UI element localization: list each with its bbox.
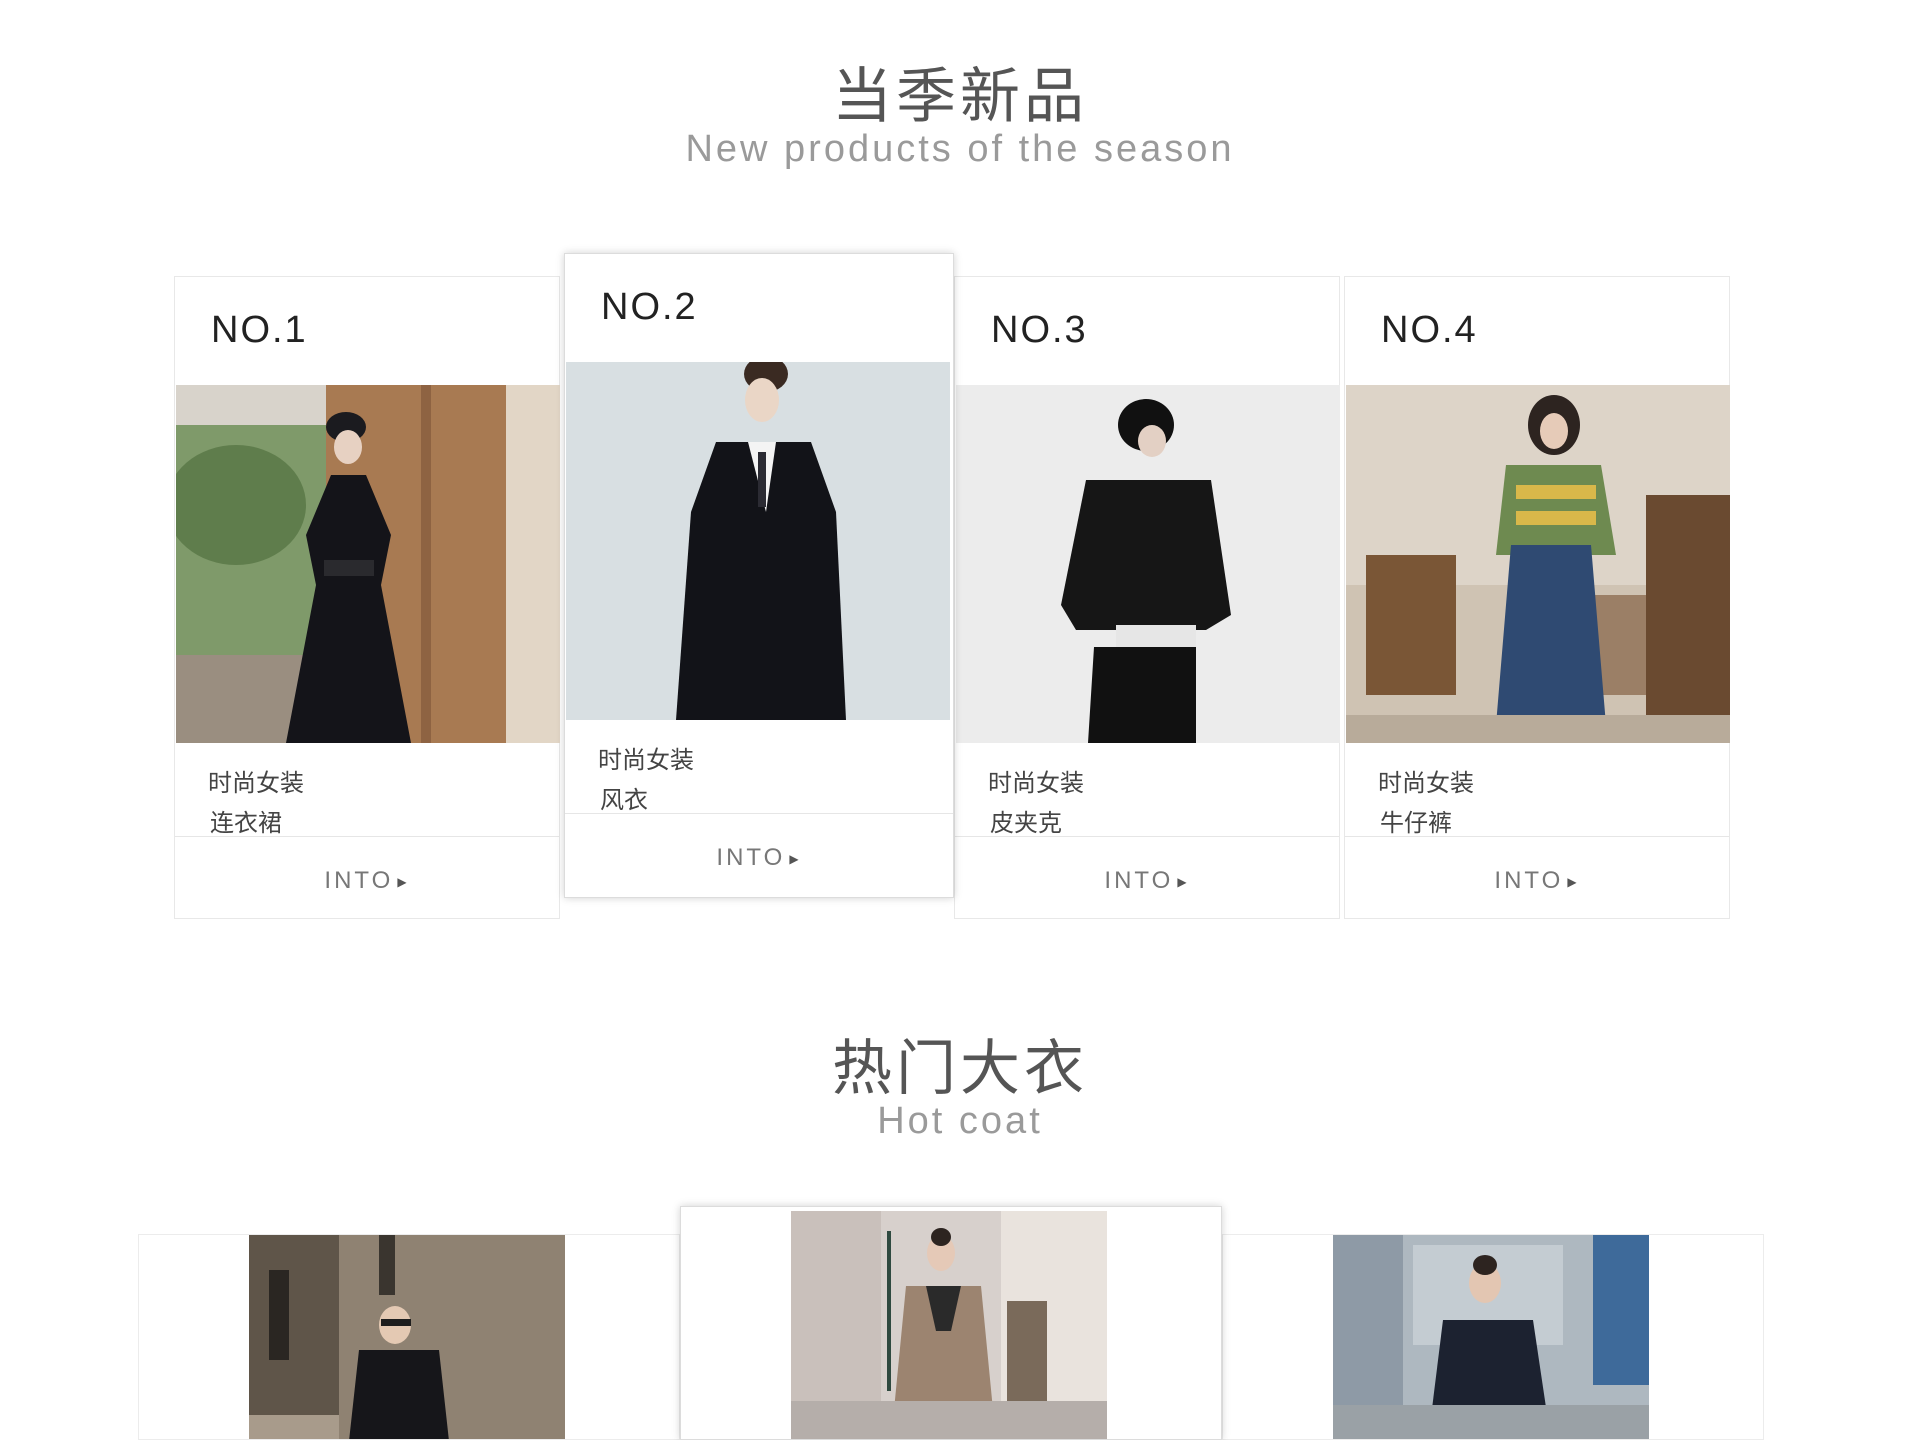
product-card-2[interactable]: NO.2 时尚女装 风衣 INTO ▶ <box>564 253 954 898</box>
hot-coat-card-3[interactable] <box>1222 1234 1764 1440</box>
product-card-4[interactable]: NO.4 时尚女装 牛仔裤 INTO ▶ <box>1344 276 1730 919</box>
section-title-hot: 热门大衣 <box>832 1034 1088 1104</box>
product-category: 时尚女装 <box>988 769 1084 797</box>
product-name: 连衣裙 <box>210 809 282 837</box>
into-link[interactable]: INTO ▶ <box>565 844 953 872</box>
hot-coat-photo-1[interactable] <box>249 1235 565 1439</box>
hot-coat-photo-2[interactable] <box>791 1211 1107 1439</box>
into-link[interactable]: INTO ▶ <box>175 867 559 895</box>
triangle-right-icon: ▶ <box>789 851 802 866</box>
hot-coat-card-1[interactable] <box>138 1234 680 1440</box>
product-photo-dress[interactable] <box>176 385 560 743</box>
triangle-right-icon: ▶ <box>1177 874 1190 889</box>
hot-coat-photo-3[interactable] <box>1333 1235 1649 1439</box>
product-photo-leather-jacket[interactable] <box>956 385 1340 743</box>
product-photo-denim[interactable] <box>1346 385 1730 743</box>
product-photo-trench[interactable] <box>566 362 950 720</box>
product-number: NO.2 <box>601 286 698 328</box>
section-subtitle-new: New products of the season <box>685 128 1235 170</box>
product-category: 时尚女装 <box>598 746 694 774</box>
triangle-right-icon: ▶ <box>397 874 410 889</box>
into-link[interactable]: INTO ▶ <box>1345 867 1729 895</box>
product-number: NO.3 <box>991 309 1088 351</box>
card-divider <box>175 836 559 837</box>
card-divider <box>1345 836 1729 837</box>
product-card-3[interactable]: NO.3 时尚女装 皮夹克 INTO ▶ <box>954 276 1340 919</box>
product-name: 牛仔裤 <box>1380 809 1452 837</box>
triangle-right-icon: ▶ <box>1567 874 1580 889</box>
product-card-1[interactable]: NO.1 时尚女装 连衣裙 INTO ▶ <box>174 276 560 919</box>
hot-coat-card-2[interactable] <box>680 1206 1222 1440</box>
section-title-new: 当季新品 <box>832 62 1088 132</box>
section-subtitle-hot: Hot coat <box>877 1100 1043 1142</box>
card-divider <box>565 813 953 814</box>
product-number: NO.1 <box>211 309 308 351</box>
product-name: 皮夹克 <box>990 809 1062 837</box>
product-name: 风衣 <box>600 786 648 814</box>
product-category: 时尚女装 <box>208 769 304 797</box>
into-link[interactable]: INTO ▶ <box>955 867 1339 895</box>
product-number: NO.4 <box>1381 309 1478 351</box>
product-category: 时尚女装 <box>1378 769 1474 797</box>
card-divider <box>955 836 1339 837</box>
